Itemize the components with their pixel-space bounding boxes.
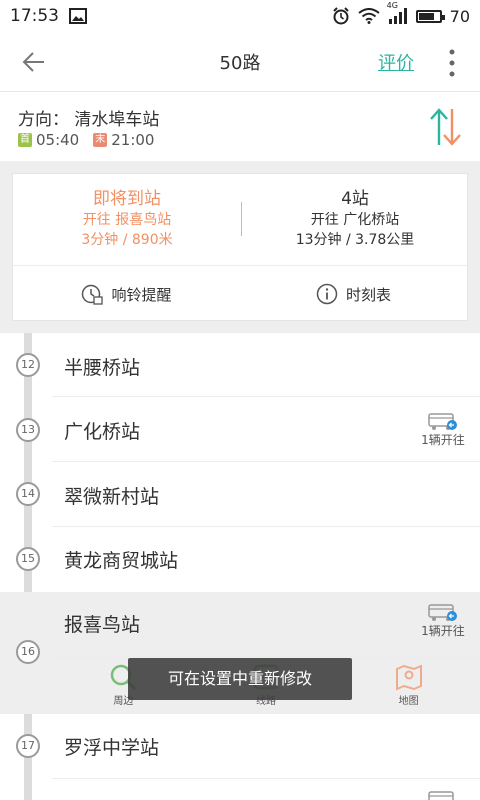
arrival-area: 即将到站 开往 报喜鸟站 3分钟 / 890米 4站 开往 广化桥站 13分钟 … <box>0 161 480 333</box>
stop-number-badge: 12 <box>16 353 40 377</box>
stop-number-badge: 14 <box>16 482 40 506</box>
wifi-icon <box>358 8 380 24</box>
direction-panel: 方向： 清水埠车站 首 05:40 末 21:00 <box>0 93 480 161</box>
list-item[interactable]: 14 翠微新村站 <box>0 462 480 527</box>
stop-name: 黄龙商贸城站 <box>64 550 179 572</box>
bus-icon <box>428 791 454 800</box>
bus-indicator: 1辆开往 <box>418 413 468 448</box>
info-icon <box>316 283 338 305</box>
card-actions: 响铃提醒 时刻表 <box>13 266 467 322</box>
first-bus-time: 05:40 <box>36 131 80 149</box>
status-bar: 17:53 4G 70 <box>0 0 480 32</box>
alarm-reminder-label: 响铃提醒 <box>111 285 172 304</box>
bus-icon <box>428 604 457 621</box>
stop-name: 半腰桥站 <box>64 357 141 379</box>
stop-name: 翠微新村站 <box>64 486 160 508</box>
arrival-info: 即将到站 开往 报喜鸟站 3分钟 / 890米 4站 开往 广化桥站 13分钟 … <box>13 174 467 266</box>
arrival-card: 即将到站 开往 报喜鸟站 3分钟 / 890米 4站 开往 广化桥站 13分钟 … <box>12 173 468 321</box>
alarm-clock-icon <box>82 284 104 305</box>
network-type: 4G <box>386 1 398 10</box>
next-bus-info: 4站 开往 广化桥站 13分钟 / 3.78公里 <box>241 188 469 250</box>
bus-count-label: 1辆开往 <box>421 624 465 638</box>
service-hours: 首 05:40 末 21:00 <box>18 131 154 149</box>
list-item[interactable]: 12 半腰桥站 <box>0 333 480 397</box>
gallery-notification-icon <box>69 8 87 24</box>
alarm-icon <box>332 7 349 25</box>
list-item[interactable]: 17 罗浮中学站 <box>0 714 480 779</box>
nav-map[interactable]: 地图 <box>337 657 480 711</box>
next-bus-stops: 4站 <box>341 189 369 209</box>
stop-list[interactable]: 12 半腰桥站 13 广化桥站 1辆开往 14 翠微新村站 15 黄龙商贸城站 … <box>0 333 480 800</box>
timetable-label: 时刻表 <box>345 285 391 304</box>
battery-icon <box>415 9 445 23</box>
nav-map-label: 地图 <box>398 695 419 707</box>
app-header: 50路 评价 <box>0 32 480 92</box>
stop-number-badge: 15 <box>16 547 40 571</box>
direction-line: 方向： 清水埠车站 <box>18 105 159 130</box>
stop-name: 报喜鸟站 <box>64 614 141 636</box>
stop-number-badge: 16 <box>16 640 40 664</box>
direction-destination: 清水埠车站 <box>74 110 160 130</box>
swap-direction-icon[interactable] <box>426 105 466 149</box>
nearest-bus-eta: 3分钟 / 890米 <box>81 232 173 248</box>
map-icon <box>395 663 422 691</box>
more-options-icon[interactable] <box>448 48 456 78</box>
alarm-reminder-button[interactable]: 响铃提醒 <box>13 266 240 322</box>
stop-name: 广化桥站 <box>64 421 141 443</box>
list-item[interactable]: 15 黄龙商贸城站 <box>0 527 480 591</box>
stop-number-badge: 13 <box>16 418 40 442</box>
bus-indicator: 1辆开往 <box>418 604 468 639</box>
first-bus-tag: 首 <box>18 133 32 147</box>
last-bus-time: 21:00 <box>111 131 155 149</box>
next-bus-destination: 开往 广化桥站 <box>310 212 400 228</box>
stop-number-badge: 17 <box>16 734 40 758</box>
battery-percent: 70 <box>449 6 470 26</box>
stop-name: 罗浮中学站 <box>64 737 160 759</box>
bus-icon <box>428 413 457 430</box>
list-item[interactable]: 13 广化桥站 1辆开往 <box>0 397 480 462</box>
direction-label: 方向： <box>18 110 69 130</box>
divider <box>52 778 480 779</box>
last-bus-tag: 末 <box>93 133 108 147</box>
nearest-bus-destination: 开往 报喜鸟站 <box>82 212 172 228</box>
nearest-bus-status: 即将到站 <box>93 189 161 209</box>
timetable-button[interactable]: 时刻表 <box>240 266 467 322</box>
bus-indicator-partial <box>418 791 468 800</box>
next-bus-eta: 13分钟 / 3.78公里 <box>295 232 415 248</box>
bus-count-label: 1辆开往 <box>421 433 465 447</box>
status-time: 17:53 <box>10 6 59 26</box>
toast-message: 可在设置中重新修改 <box>128 658 352 700</box>
nearest-bus-info: 即将到站 开往 报喜鸟站 3分钟 / 890米 <box>13 188 241 250</box>
rate-link[interactable]: 评价 <box>378 49 414 75</box>
signal-icon: 4G <box>387 1 408 24</box>
